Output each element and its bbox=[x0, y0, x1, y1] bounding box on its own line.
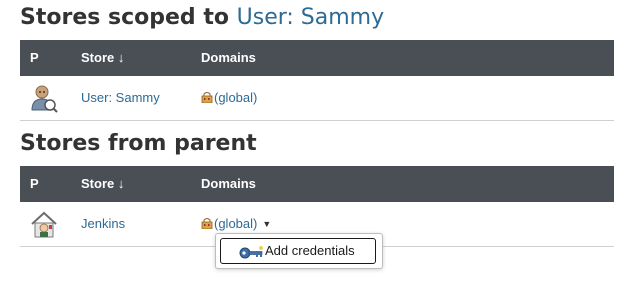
scoped-table-header: P Store ↓ Domains bbox=[20, 40, 614, 76]
column-header-domains: Domains bbox=[201, 50, 256, 65]
credentials-page: Stores scoped to User: Sammy P Store ↓ D… bbox=[0, 0, 637, 291]
scoped-user-link[interactable]: User: Sammy bbox=[237, 5, 385, 30]
key-icon bbox=[239, 244, 265, 259]
parent-stores-title: Stores from parent bbox=[20, 131, 257, 156]
table-row: User: Sammy (global) bbox=[20, 76, 614, 121]
menu-item-label: Add credentials bbox=[265, 243, 355, 258]
column-header-store[interactable]: Store ↓ bbox=[81, 40, 124, 76]
column-header-p: P bbox=[30, 176, 39, 191]
column-header-domains: Domains bbox=[201, 176, 256, 191]
scoped-stores-title: Stores scoped to User: Sammy bbox=[20, 4, 384, 32]
domain-label: (global) bbox=[214, 90, 258, 105]
column-header-store[interactable]: Store ↓ bbox=[81, 166, 124, 202]
domain-lock-icon bbox=[201, 203, 213, 230]
parent-table-header: P Store ↓ Domains bbox=[20, 166, 614, 202]
domain-dropdown-menu: Add credentials bbox=[215, 233, 383, 269]
domain-lock-icon bbox=[201, 77, 213, 104]
user-avatar-icon bbox=[29, 83, 59, 113]
add-credentials-menu-item[interactable]: Add credentials bbox=[220, 238, 376, 264]
scoped-title-prefix: Stores scoped to bbox=[20, 5, 229, 30]
column-header-p: P bbox=[30, 50, 39, 65]
jenkins-house-icon bbox=[29, 209, 59, 239]
domain-label: (global) bbox=[214, 216, 258, 231]
domain-link[interactable]: (global) bbox=[201, 76, 257, 120]
store-link[interactable]: User: Sammy bbox=[81, 76, 160, 120]
store-link[interactable]: Jenkins bbox=[81, 202, 125, 246]
